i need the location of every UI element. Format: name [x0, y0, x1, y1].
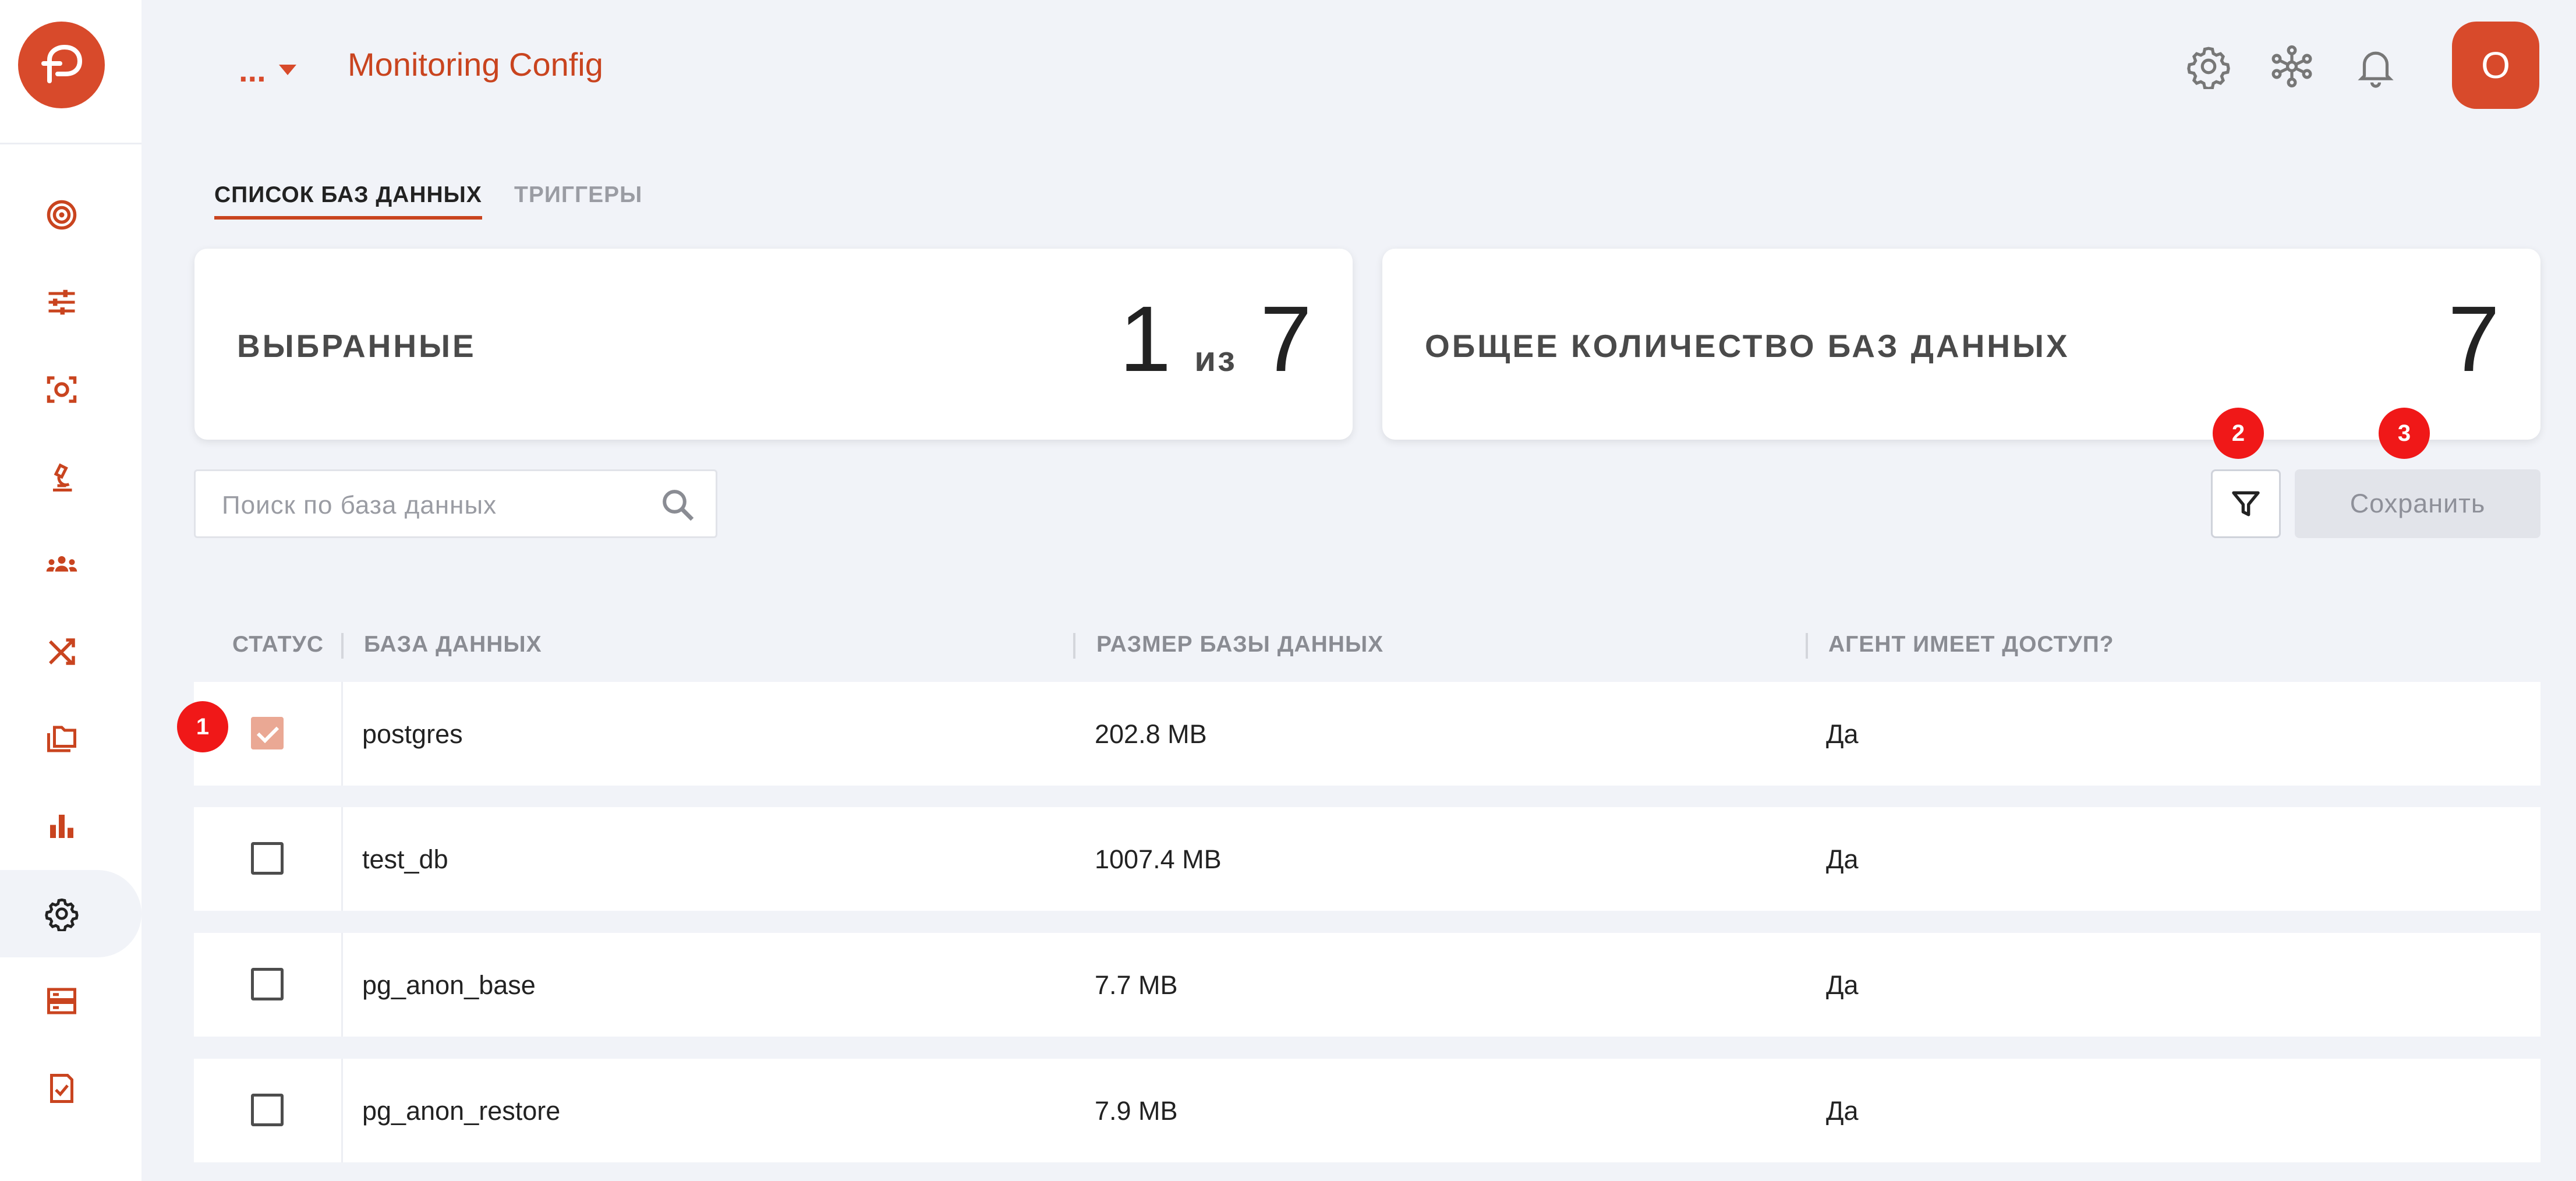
app-logo[interactable]: [18, 22, 105, 108]
sidebar: [0, 0, 141, 1181]
bell-icon[interactable]: [2353, 44, 2398, 89]
selected-total: 7: [1260, 287, 1312, 391]
table-row[interactable]: postgres 202.8 MB Да: [194, 682, 2540, 786]
save-button[interactable]: Сохранить: [2295, 469, 2540, 538]
total-count: 7: [2448, 292, 2500, 386]
sidebar-item-users[interactable]: [0, 521, 141, 608]
bar-chart-icon: [50, 815, 73, 838]
column-header-size[interactable]: РАЗМЕР БАЗЫ ДАННЫХ: [1096, 632, 1383, 657]
sidebar-item-files[interactable]: [0, 695, 141, 783]
search-icon[interactable]: [659, 486, 697, 524]
server-icon: [47, 988, 76, 1014]
table-row[interactable]: pg_anon_base 7.7 MB Да: [194, 933, 2540, 1037]
column-separator: [341, 633, 344, 659]
agent-access: Да: [1826, 844, 1859, 874]
sidebar-item-settings[interactable]: [0, 870, 141, 957]
app-root: ... Monitoring Config O СПИСОК БАЗ ДАННЫ…: [0, 0, 2576, 1181]
row-separator: [341, 933, 343, 1037]
column-header-status[interactable]: СТАТУС: [232, 632, 324, 657]
annotation-marker-3: 3: [2379, 408, 2430, 459]
database-size: 1007.4 MB: [1095, 844, 1222, 874]
total-value: 7: [2448, 287, 2500, 391]
database-size: 7.9 MB: [1095, 1096, 1178, 1126]
column-separator: [1806, 633, 1808, 659]
selected-count-card: ВЫБРАННЫЕ 1 из 7: [194, 249, 1353, 440]
selected-label: ВЫБРАННЫЕ: [237, 328, 476, 364]
checklist-icon: [50, 1074, 73, 1103]
sidebar-divider: [0, 143, 141, 144]
chevron-down-icon: [278, 65, 296, 75]
sidebar-item-tuning[interactable]: [0, 259, 141, 346]
search-input[interactable]: [222, 487, 629, 524]
annotation-marker-1: 1: [177, 701, 228, 752]
agent-access: Да: [1826, 1096, 1859, 1126]
filter-button[interactable]: [2211, 469, 2281, 538]
database-size: 7.7 MB: [1095, 970, 1178, 1000]
sidebar-item-tasks[interactable]: [0, 1045, 141, 1132]
logo-icon: [41, 44, 82, 83]
settings-icon: [45, 898, 79, 931]
row-checkbox[interactable]: [251, 842, 284, 875]
search-box: [194, 469, 717, 538]
table-row[interactable]: pg_anon_restore 7.9 MB Да: [194, 1059, 2540, 1162]
folders-icon: [47, 726, 76, 752]
sidebar-item-scan[interactable]: [0, 346, 141, 433]
user-avatar[interactable]: O: [2452, 22, 2539, 109]
database-name: pg_anon_base: [362, 970, 536, 1000]
column-header-agent-access[interactable]: АГЕНТ ИМЕЕТ ДОСТУП?: [1828, 632, 2114, 657]
total-label: ОБЩЕЕ КОЛИЧЕСТВО БАЗ ДАННЫХ: [1425, 328, 2070, 364]
row-separator: [341, 682, 343, 786]
page-title: Monitoring Config: [348, 46, 603, 83]
database-name: postgres: [362, 719, 463, 749]
sidebar-item-servers[interactable]: [0, 957, 141, 1045]
row-separator: [341, 807, 343, 911]
tab-database-list[interactable]: СПИСОК БАЗ ДАННЫХ: [214, 182, 482, 220]
target-icon: [47, 200, 77, 230]
table-row[interactable]: test_db 1007.4 MB Да: [194, 807, 2540, 911]
row-checkbox[interactable]: [251, 1094, 284, 1126]
tab-triggers[interactable]: ТРИГГЕРЫ: [514, 182, 642, 208]
microscope-icon: [53, 463, 72, 492]
row-checkbox[interactable]: [251, 968, 284, 1000]
total-count-card: ОБЩЕЕ КОЛИЧЕСТВО БАЗ ДАННЫХ 7: [1382, 249, 2540, 440]
database-name: test_db: [362, 844, 448, 874]
row-separator: [341, 1059, 343, 1162]
annotation-marker-2: 2: [2213, 408, 2264, 459]
agent-access: Да: [1826, 719, 1859, 749]
gear-icon[interactable]: [2186, 44, 2231, 89]
selected-count: 1 из 7: [1119, 292, 1312, 386]
cluster-network-icon[interactable]: [2269, 44, 2315, 89]
sidebar-item-stats[interactable]: [0, 783, 141, 870]
focus-scan-icon: [47, 376, 77, 403]
column-separator: [1073, 633, 1075, 659]
sliders-icon: [48, 289, 75, 315]
database-name: pg_anon_restore: [362, 1096, 561, 1126]
users-group-icon: [46, 556, 77, 572]
sidebar-item-research[interactable]: [0, 433, 141, 521]
column-header-database[interactable]: БАЗА ДАННЫХ: [364, 632, 542, 657]
database-size: 202.8 MB: [1095, 719, 1207, 749]
breadcrumb-menu[interactable]: ...: [239, 47, 296, 93]
shuffle-icon: [49, 638, 75, 665]
agent-access: Да: [1826, 970, 1859, 1000]
selected-value: 1: [1119, 287, 1172, 391]
filter-icon: [2232, 491, 2260, 517]
breadcrumb-ellipsis: ...: [239, 51, 266, 89]
sidebar-item-shuffle[interactable]: [0, 608, 141, 695]
row-checkbox[interactable]: [251, 717, 284, 749]
selected-of-label: из: [1194, 340, 1237, 379]
sidebar-item-targets[interactable]: [0, 171, 141, 259]
